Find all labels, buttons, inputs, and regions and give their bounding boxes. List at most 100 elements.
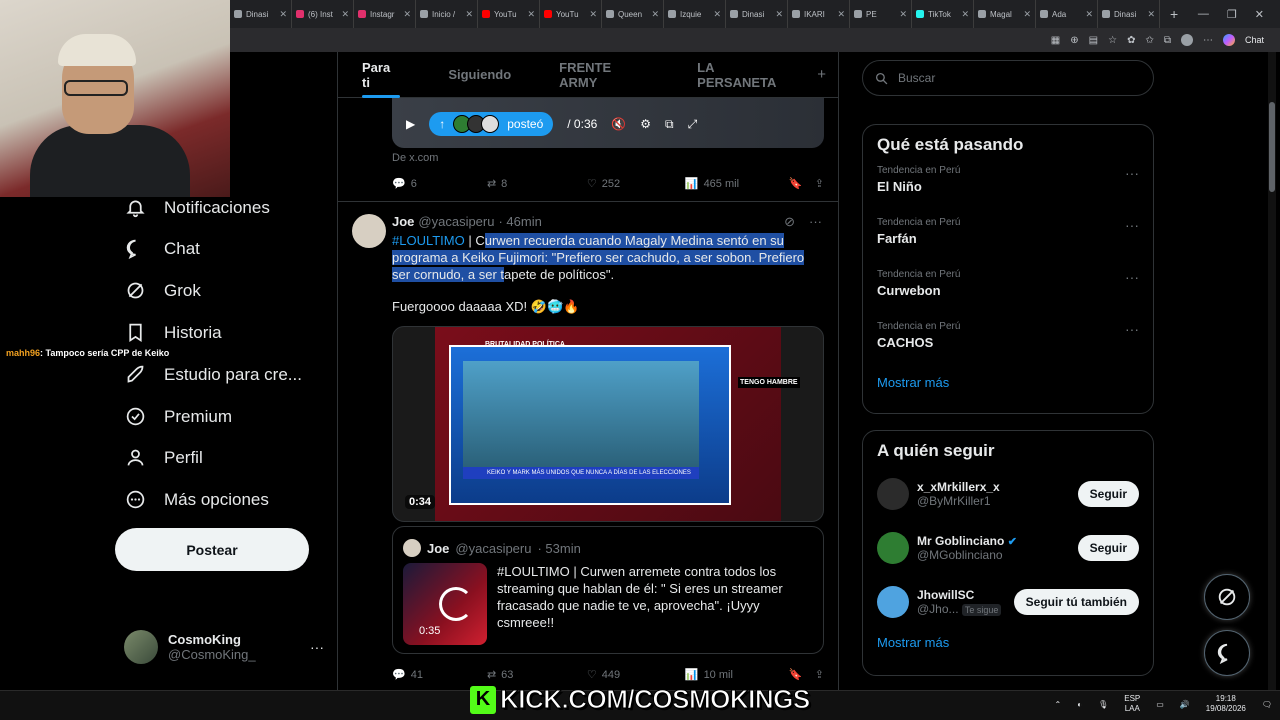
browser-tab[interactable]: YouTu ✕ [540,0,602,28]
add-tab-icon[interactable]: + [817,66,838,83]
tab-close-icon[interactable]: ✕ [1147,9,1155,20]
feed-tab[interactable]: LA PERSANETA [673,52,817,98]
bookmark-icon[interactable]: 🔖 [789,668,815,681]
tab-close-icon[interactable]: ✕ [527,9,535,20]
trend-more-icon[interactable]: ··· [1125,269,1139,285]
sidebar-item-premium[interactable]: Premium [125,406,232,427]
sidebar-item-notificaciones[interactable]: Notificaciones [125,197,270,218]
tray-app-icon[interactable]: ◐ [1077,700,1082,709]
apps-icon[interactable]: ▦ [1051,35,1060,46]
tweet-more-icon[interactable]: ··· [809,214,822,230]
trend-more-icon[interactable]: ··· [1125,321,1139,337]
views-button[interactable]: 📊 465 mil [685,177,789,191]
previous-video-player[interactable]: ▶ ↑ posteó / 0:36 🔇 ⚙ ⧉ ⤢ [392,98,824,148]
like-button[interactable]: ♡ 449 [587,668,685,682]
favorites-icon[interactable]: ✩ [1145,35,1153,46]
tab-close-icon[interactable]: ✕ [837,9,845,20]
post-button[interactable]: Postear [115,528,309,571]
fullscreen-icon[interactable]: ⤢ [688,117,698,132]
follow-button[interactable]: Seguir [1077,481,1139,507]
tab-close-icon[interactable]: ✕ [961,9,969,20]
tab-close-icon[interactable]: ✕ [651,9,659,20]
tab-close-icon[interactable]: ✕ [279,9,287,20]
browser-tab[interactable]: Queen ✕ [602,0,664,28]
account-switcher[interactable]: CosmoKing @CosmoKing_ ··· [124,630,324,664]
browser-tab[interactable]: Izquie ✕ [664,0,726,28]
tab-close-icon[interactable]: ✕ [899,9,907,20]
browser-tab[interactable]: Inicio / ✕ [416,0,478,28]
trend-item[interactable]: Tendencia en Perú Curwebon ··· [863,267,1153,319]
settings-icon[interactable]: ⚙ [640,117,651,131]
browser-tab[interactable]: Dinasi ✕ [230,0,292,28]
follow-name[interactable]: Mr Goblinciano [917,534,1004,548]
scrollbar-thumb[interactable] [1269,102,1275,192]
retweet-button[interactable]: ⇄ 63 [487,668,587,682]
browser-tab[interactable]: Ada ✕ [1036,0,1098,28]
copilot-icon[interactable] [1222,34,1235,46]
follow-suggestion[interactable]: Mr Goblinciano ✔ @MGoblinciano Seguir [863,521,1153,575]
trend-item[interactable]: Tendencia en Perú Farfán ··· [863,215,1153,267]
bookmark-icon[interactable]: 🔖 [789,177,815,190]
follow-suggestion[interactable]: JhowillSC @Jho... Te sigue Seguir tú tambi… [863,575,1153,629]
reader-icon[interactable]: ▤ [1089,35,1098,46]
retweet-button[interactable]: ⇄ 8 [487,177,587,191]
browser-tab[interactable]: Magal ✕ [974,0,1036,28]
profile-avatar-icon[interactable] [1180,34,1193,46]
tab-close-icon[interactable]: ✕ [713,9,721,20]
follow-avatar[interactable] [877,532,909,564]
trend-more-icon[interactable]: ··· [1125,217,1139,233]
tweet-time[interactable]: · 46min [498,214,541,229]
tab-close-icon[interactable]: ✕ [1085,9,1093,20]
microphone-icon[interactable]: 🎙 [1098,700,1108,709]
trend-item[interactable]: Tendencia en Perú El Niño ··· [863,163,1153,215]
tab-close-icon[interactable]: ✕ [1023,9,1031,20]
notifications-icon[interactable]: 🗨 [1262,700,1272,709]
network-icon[interactable]: ▭ [1156,700,1164,709]
follow-name[interactable]: JhowillSC [917,588,974,602]
browser-tab[interactable]: (6) Inst ✕ [292,0,354,28]
browser-tab[interactable]: Dinasi ✕ [726,0,788,28]
star-icon[interactable]: ☆ [1108,35,1117,46]
close-icon[interactable]: ✕ [1255,8,1264,21]
quoted-video-thumb[interactable]: 0:35 [403,563,487,645]
sidebar-item-perfil[interactable]: Perfil [125,447,203,468]
sidebar-item-estudio-para-cre[interactable]: Estudio para cre... [125,364,302,385]
tray-chevron-icon[interactable]: ⌃ [1055,700,1062,709]
search-input[interactable]: Buscar [898,71,935,85]
tab-close-icon[interactable]: ✕ [465,9,473,20]
volume-icon[interactable]: 🔊 [1180,700,1190,709]
messages-fab[interactable] [1204,630,1250,676]
mute-icon[interactable]: 🔇 [611,117,626,131]
browser-tab[interactable]: Instagr ✕ [354,0,416,28]
grok-icon[interactable]: ⊘ [784,214,795,230]
new-tab-button[interactable]: + [1160,6,1188,22]
zoom-icon[interactable]: ⊕ [1070,35,1078,46]
follow-name[interactable]: x_xMrkillerx_x [917,480,1000,494]
tweet-video[interactable]: BRUTALIDAD POLÍTICA KEIKO Y MARK MÁS UNI… [392,326,824,522]
follow-avatar[interactable] [877,586,909,618]
browser-tab[interactable]: TikTok ✕ [912,0,974,28]
restore-icon[interactable]: ❐ [1227,8,1237,21]
page-scrollbar[interactable] [1268,52,1276,690]
tweet-hashtag[interactable]: #LOULTIMO [392,233,465,248]
follow-button[interactable]: Seguir tú también [1013,589,1139,615]
follow-suggestion[interactable]: x_xMrkillerx_x @ByMrKiller1 Seguir [863,467,1153,521]
quoted-tweet[interactable]: Joe @yacasiperu · 53min 0:35 #LOULTIMO |… [392,526,824,654]
share-icon[interactable]: ⇪ [815,668,824,681]
extension-icon[interactable]: ✿ [1127,35,1135,46]
share-icon[interactable]: ⇪ [815,177,824,190]
show-more-trends[interactable]: Mostrar más [863,375,1153,390]
views-button[interactable]: 📊 10 mil [685,668,789,682]
feed-tab[interactable]: Para ti [338,52,424,98]
reply-button[interactable]: 💬 6 [392,177,487,191]
sidebar-item-historia[interactable]: Historia [125,322,222,343]
tab-close-icon[interactable]: ✕ [403,9,411,20]
sidebar-item-grok[interactable]: Grok [125,280,201,301]
tweet-author-name[interactable]: Joe [392,214,414,229]
browser-tab[interactable]: YouTu ✕ [478,0,540,28]
follow-avatar[interactable] [877,478,909,510]
sidebar-item-más-opciones[interactable]: Más opciones [125,489,269,510]
tab-close-icon[interactable]: ✕ [341,9,349,20]
tab-close-icon[interactable]: ✕ [589,9,597,20]
browser-chat-button[interactable]: Chat [1245,35,1264,45]
